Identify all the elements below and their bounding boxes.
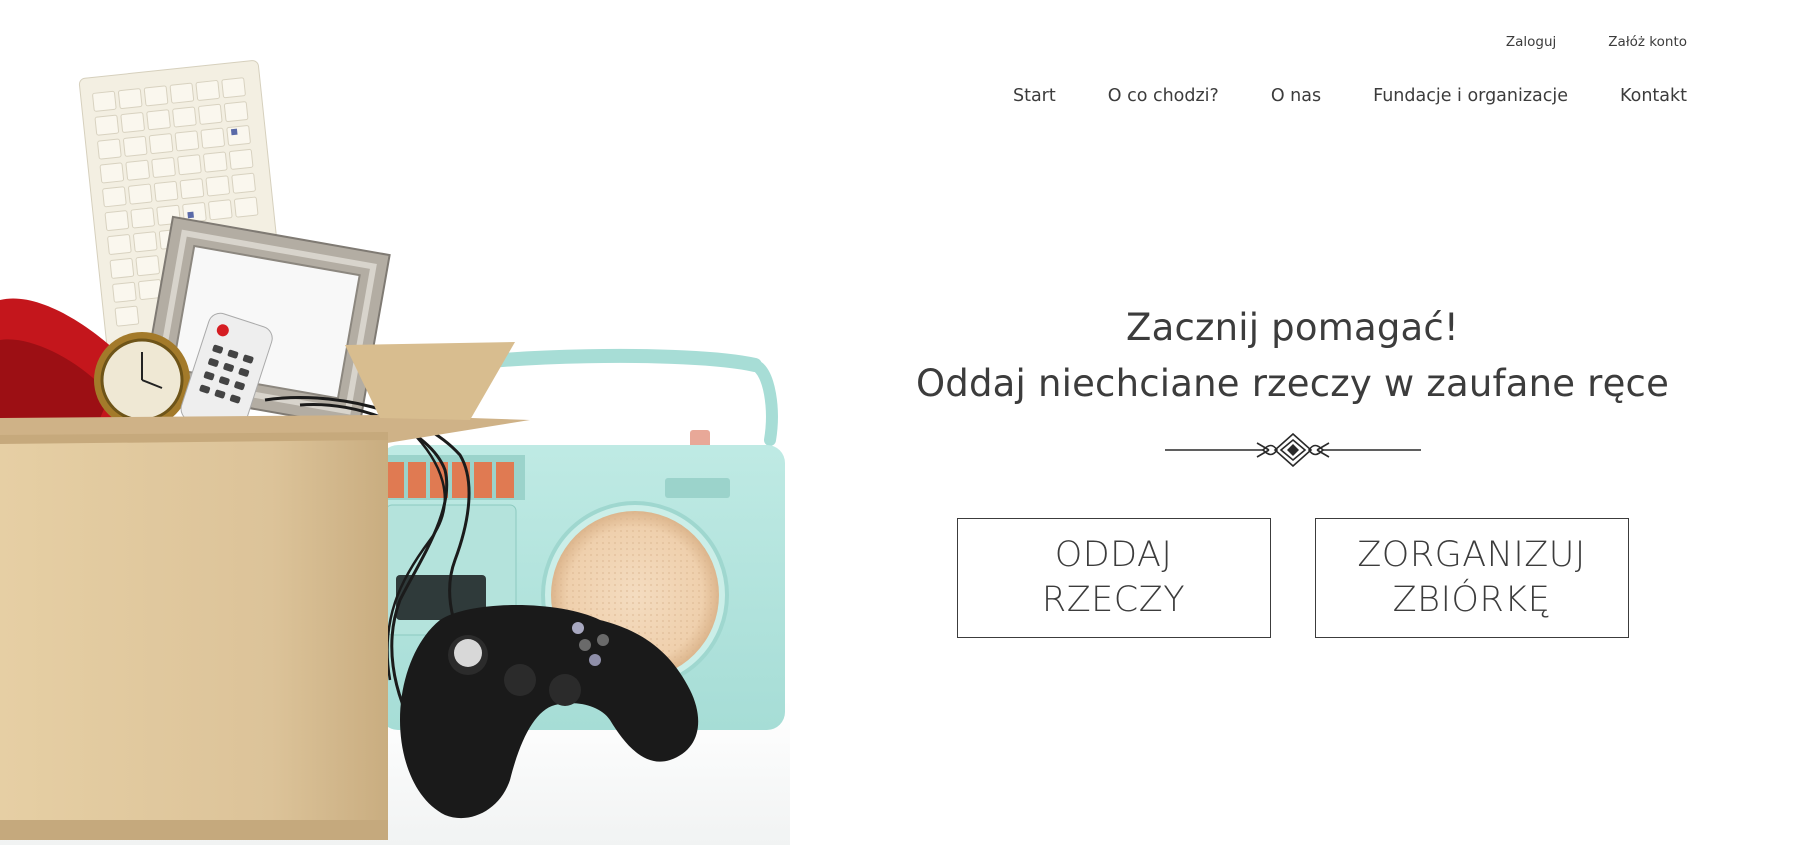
give-things-label: ODDAJ RZECZY bbox=[1041, 535, 1186, 620]
login-link[interactable]: Zaloguj bbox=[1506, 34, 1556, 50]
organize-collection-label: ZORGANIZUJ ZBIÓRKĘ bbox=[1357, 535, 1586, 620]
organize-collection-button[interactable]: ZORGANIZUJ ZBIÓRKĘ bbox=[1314, 518, 1629, 638]
hero-title: Zacznij pomagać! Oddaj niechciane rzeczy… bbox=[880, 300, 1705, 412]
give-things-button[interactable]: ODDAJ RZECZY bbox=[956, 518, 1271, 638]
register-link[interactable]: Załóż konto bbox=[1608, 34, 1687, 50]
nav-item-start[interactable]: Start bbox=[1013, 86, 1056, 106]
nav-item-about-us[interactable]: O nas bbox=[1271, 86, 1321, 106]
nav-item-foundations[interactable]: Fundacje i organizacje bbox=[1373, 86, 1568, 106]
auth-links: Zaloguj Załóż konto bbox=[1506, 34, 1687, 50]
ornament-divider-icon bbox=[1164, 433, 1421, 467]
main-nav: Start O co chodzi? O nas Fundacje i orga… bbox=[1013, 86, 1687, 106]
cta-row: ODDAJ RZECZY ZORGANIZUJ ZBIÓRKĘ bbox=[880, 518, 1705, 638]
nav-item-contact[interactable]: Kontakt bbox=[1620, 86, 1687, 106]
hero-section: Zacznij pomagać! Oddaj niechciane rzeczy… bbox=[880, 300, 1705, 638]
nav-item-about-idea[interactable]: O co chodzi? bbox=[1108, 86, 1219, 106]
hero-illustration bbox=[0, 0, 790, 845]
hero-title-line1: Zacznij pomagać! bbox=[1126, 306, 1459, 349]
hero-title-line2: Oddaj niechciane rzeczy w zaufane ręce bbox=[915, 362, 1670, 405]
